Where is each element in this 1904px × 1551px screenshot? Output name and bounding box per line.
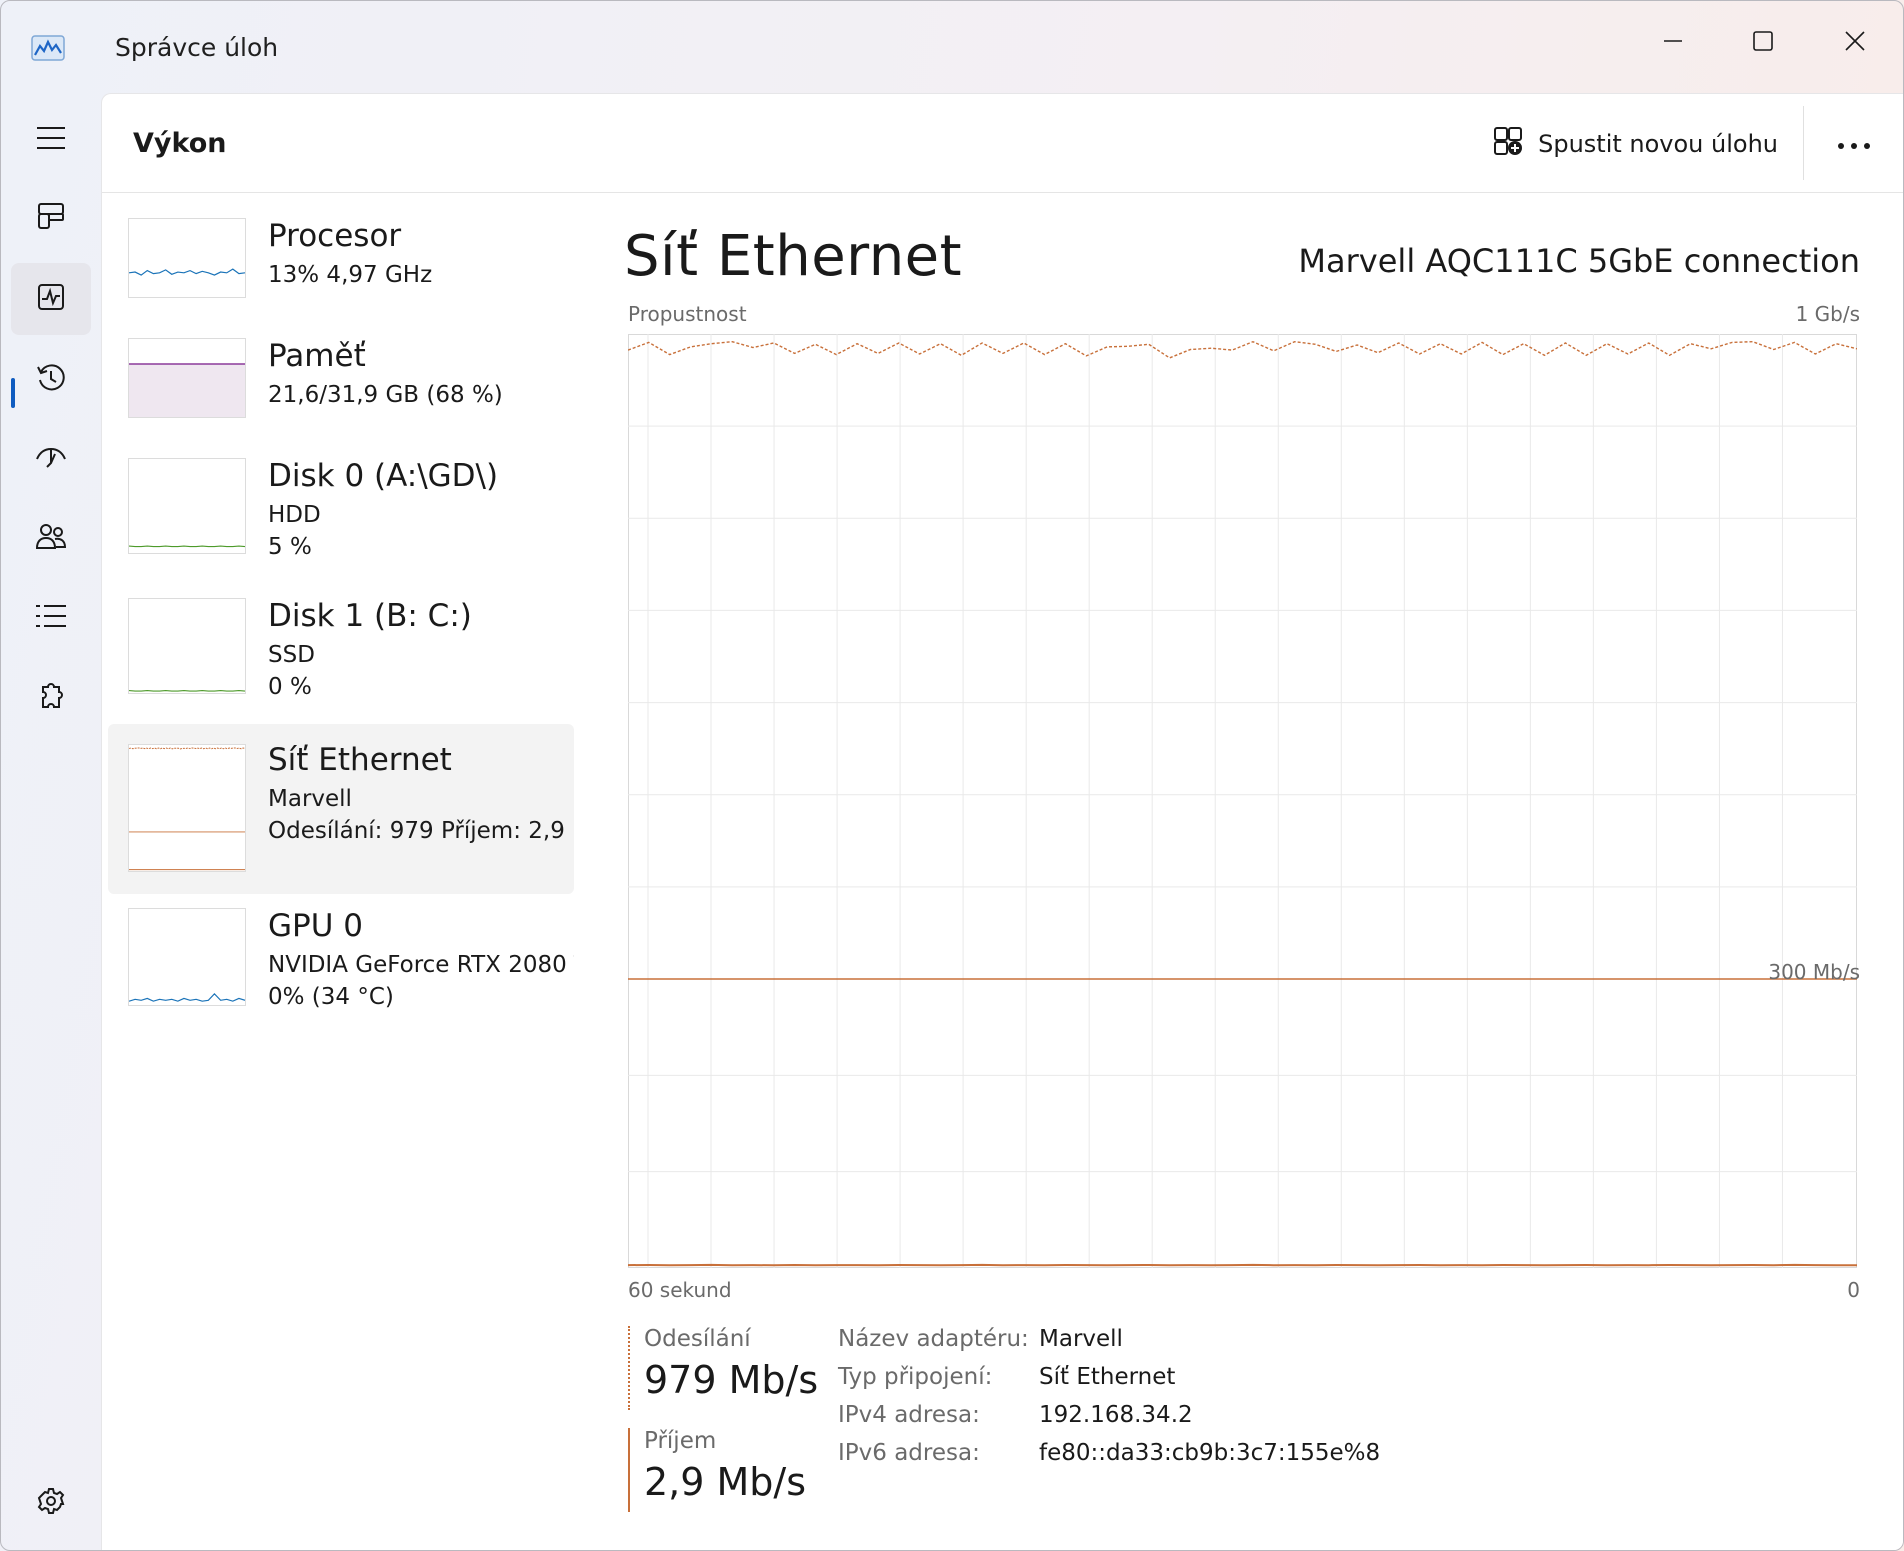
- resource-name: Síť Ethernet: [268, 742, 452, 778]
- ipv4-key: IPv4 adresa:: [838, 1402, 980, 1428]
- resource-name: GPU 0: [268, 908, 363, 944]
- nav-settings[interactable]: [11, 1467, 91, 1539]
- navigation-rail: [1, 93, 101, 1550]
- nav-performance[interactable]: [11, 263, 91, 335]
- resource-usage: 0 %: [268, 674, 312, 700]
- disk-0-thumbnail-graph: [128, 458, 246, 554]
- window-title: Správce úloh: [115, 33, 279, 62]
- nav-details[interactable]: [11, 582, 91, 654]
- resource-detail: 13% 4,97 GHz: [268, 262, 433, 288]
- resource-item-cpu[interactable]: Procesor 13% 4,97 GHz: [108, 204, 574, 324]
- nav-users[interactable]: [11, 503, 91, 575]
- resource-item-disk-1[interactable]: Disk 1 (B: C:) SSD 0 %: [108, 584, 574, 724]
- adapter-name: Marvell AQC111C 5GbE connection: [1298, 242, 1860, 280]
- chart-title: Propustnost: [628, 302, 747, 326]
- cpu-thumbnail-graph: [128, 218, 246, 298]
- more-options-icon: [1836, 135, 1872, 154]
- resource-item-ethernet[interactable]: Síť Ethernet Marvell Odesílání: 979 Příj…: [108, 724, 574, 894]
- send-value: 979 Mb/s: [644, 1358, 819, 1402]
- connection-type-value: Síť Ethernet: [1039, 1364, 1176, 1390]
- header-separator: [1803, 106, 1804, 180]
- adapter-name-key: Název adaptéru:: [838, 1326, 1029, 1352]
- resource-item-gpu-0[interactable]: GPU 0 NVIDIA GeForce RTX 2080 Ti 0% (34 …: [108, 894, 574, 1014]
- new-task-icon: [1492, 125, 1524, 163]
- content-header: Výkon Spustit novou úlohu: [102, 94, 1903, 193]
- resource-name: Disk 1 (B: C:): [268, 598, 472, 634]
- send-label: Odesílání: [644, 1326, 751, 1352]
- resource-name: Disk 0 (A:\GD\): [268, 458, 499, 494]
- resource-name: Procesor: [268, 218, 402, 254]
- resource-type: HDD: [268, 502, 321, 528]
- resource-model: NVIDIA GeForce RTX 2080 Ti: [268, 952, 574, 978]
- resource-item-disk-0[interactable]: Disk 0 (A:\GD\) HDD 5 %: [108, 444, 574, 584]
- thumbnail-line: [129, 992, 245, 1002]
- run-new-task-button[interactable]: Spustit novou úlohu: [1492, 120, 1778, 168]
- minimize-button[interactable]: [1641, 15, 1705, 71]
- chart-frame: [628, 334, 1857, 1268]
- nav-menu-button[interactable]: [11, 104, 91, 176]
- receive-value: 2,9 Mb/s: [644, 1460, 807, 1504]
- title-bar[interactable]: Správce úloh: [1, 1, 1903, 93]
- receive-stat: Příjem 2,9 Mb/s: [628, 1428, 814, 1512]
- chart-zero-label: 0: [1847, 1278, 1860, 1302]
- thumbnail-line: [129, 268, 245, 276]
- details-list-icon: [34, 603, 68, 633]
- disk-1-thumbnail-graph: [128, 598, 246, 694]
- task-manager-window: Správce úloh Výkon Spustit novou úlohu P…: [0, 0, 1904, 1551]
- memory-fill: [129, 363, 245, 417]
- resource-name: Paměť: [268, 338, 366, 374]
- resource-throughput: Odesílání: 979 Příjem: 2,9 M: [268, 818, 574, 844]
- send-stat: Odesílání 979 Mb/s: [628, 1326, 819, 1410]
- ethernet-send-line: [129, 747, 245, 750]
- performance-graph-icon: [31, 35, 65, 65]
- resource-item-memory[interactable]: Paměť 21,6/31,9 GB (68 %): [108, 324, 574, 444]
- resource-usage: 0% (34 °C): [268, 984, 394, 1010]
- receive-label: Příjem: [644, 1428, 717, 1454]
- adapter-name-value: Marvell: [1039, 1326, 1123, 1352]
- chart-time-label: 60 sekund: [628, 1278, 732, 1302]
- gpu-thumbnail-graph: [128, 908, 246, 1006]
- minimize-icon: [1662, 30, 1684, 56]
- nav-startup[interactable]: [11, 423, 91, 495]
- resource-type: SSD: [268, 642, 315, 668]
- nav-services[interactable]: [11, 663, 91, 735]
- close-icon: [1844, 30, 1866, 56]
- ethernet-thumbnail-graph: [128, 744, 246, 872]
- detail-title: Síť Ethernet: [624, 224, 963, 289]
- throughput-chart: [628, 334, 1857, 1268]
- performance-icon: [36, 282, 66, 316]
- ipv4-value: 192.168.34.2: [1039, 1402, 1193, 1428]
- chart-max-label: 1 Gb/s: [1795, 302, 1860, 326]
- ipv6-value: fe80::da33:cb9b:3c7:155e%8: [1039, 1440, 1381, 1466]
- main-content: Výkon Spustit novou úlohu Procesor 13% 4…: [101, 93, 1903, 1550]
- ipv6-key: IPv6 adresa:: [838, 1440, 980, 1466]
- close-button[interactable]: [1823, 15, 1887, 71]
- hamburger-menu-icon: [35, 125, 67, 155]
- resource-detail: 21,6/31,9 GB (68 %): [268, 382, 503, 408]
- resource-usage: 5 %: [268, 534, 312, 560]
- services-puzzle-icon: [35, 681, 67, 717]
- resource-adapter: Marvell: [268, 786, 352, 812]
- nav-app-history[interactable]: [11, 344, 91, 416]
- settings-gear-icon: [36, 1486, 66, 1520]
- chart-lower-max-label: 300 Mb/s: [1768, 960, 1860, 984]
- memory-thumbnail-graph: [128, 338, 246, 418]
- connection-type-key: Typ připojení:: [838, 1364, 993, 1390]
- run-new-task-label: Spustit novou úlohu: [1538, 130, 1778, 158]
- maximize-icon: [1752, 30, 1774, 56]
- startup-speedometer-icon: [34, 443, 68, 475]
- more-options-button[interactable]: [1826, 122, 1882, 166]
- history-icon: [35, 362, 67, 398]
- page-title: Výkon: [133, 128, 227, 159]
- nav-processes[interactable]: [11, 182, 91, 254]
- processes-icon: [36, 201, 66, 235]
- users-icon: [34, 521, 68, 557]
- maximize-button[interactable]: [1731, 15, 1795, 71]
